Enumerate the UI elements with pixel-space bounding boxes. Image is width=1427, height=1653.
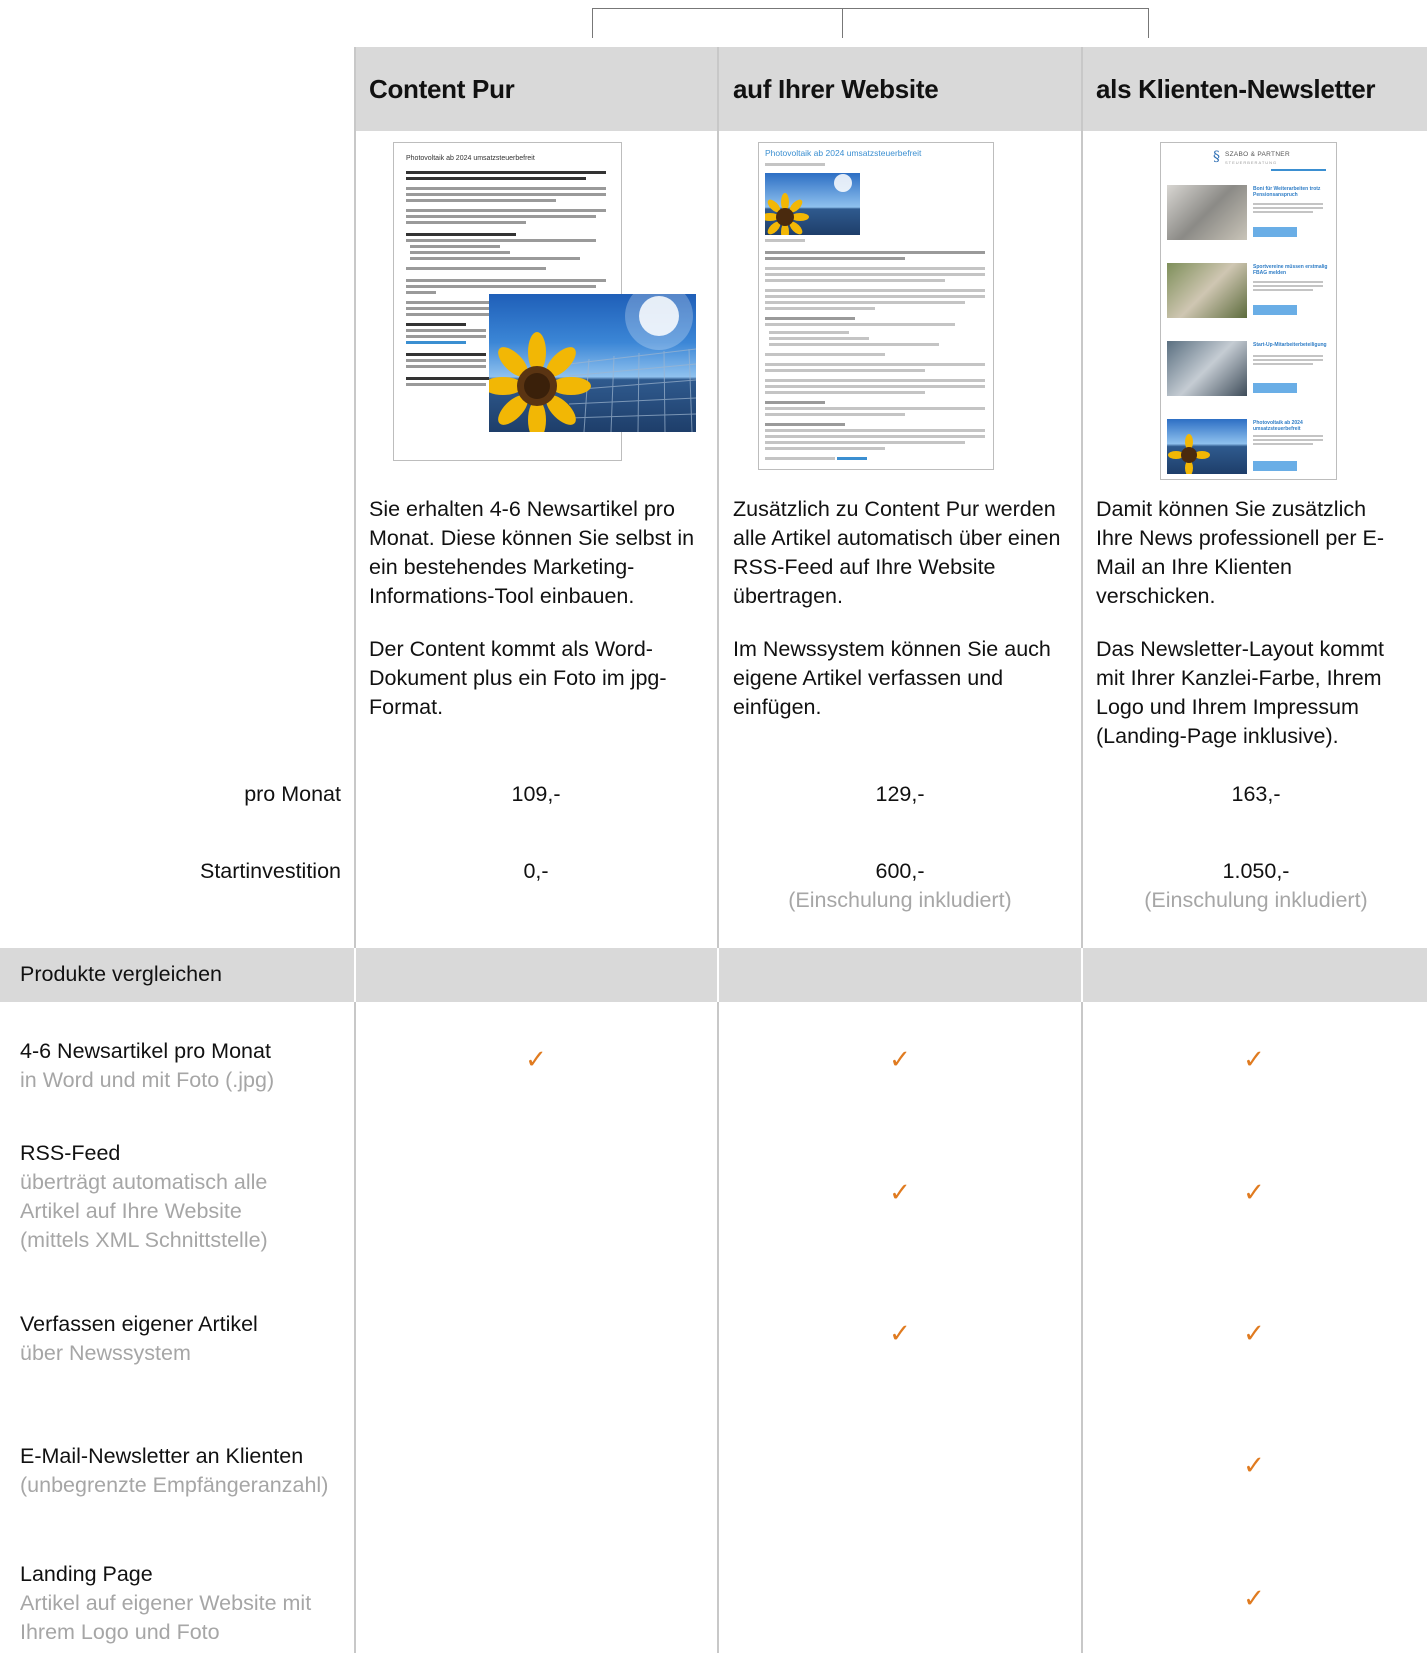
newsletter-preview: § SZABO & PARTNER STEUERBERATUNG Boni fü… (1160, 142, 1337, 480)
check-icon: ✓ (1243, 1318, 1265, 1348)
description-paragraph: Das Newsletter-Layout kommt mit Ihrer Ka… (1096, 637, 1384, 748)
website-article-preview: Photovoltaik ab 2024 umsatzsteuerbefreit (758, 142, 994, 470)
newsletter-button-1 (1253, 227, 1297, 237)
newsletter-button-4 (1253, 461, 1297, 471)
feature-subtitle: überträgt automatisch alle Artikel auf I… (20, 1170, 268, 1252)
price-start-website: 600,- (875, 859, 925, 883)
newsletter-brand-sub: STEUERBERATUNG (1225, 160, 1278, 165)
newsletter-photo-1 (1167, 185, 1247, 240)
bracket-left-tick (592, 8, 593, 38)
description-paragraph: Sie erhalten 4-6 Newsartikel pro Monat. … (369, 497, 695, 608)
price-start-note-website: (Einschulung inkludiert) (788, 888, 1012, 912)
price-start-content-pur: 0,- (523, 859, 549, 883)
newsletter-logo-icon: § (1213, 149, 1220, 165)
check-icon: ✓ (1243, 1583, 1265, 1613)
sunflower-illustration (489, 294, 696, 432)
column-divider (354, 47, 356, 1653)
bracket-right-tick (1148, 8, 1149, 38)
column-divider (717, 948, 719, 1002)
check-icon: ✓ (1243, 1044, 1265, 1074)
feature-title: Verfassen eigener Artikel (20, 1312, 258, 1336)
newsletter-photo-4 (1167, 419, 1247, 476)
description-newsletter: Damit können Sie zusätzlich Ihre News pr… (1096, 495, 1406, 775)
column-divider (717, 47, 719, 1653)
price-start-newsletter: 1.050,- (1222, 859, 1290, 883)
check-icon: ✓ (1243, 1450, 1265, 1480)
check-icon: ✓ (889, 1177, 911, 1207)
column-title-newsletter: als Klienten-Newsletter (1096, 74, 1376, 104)
description-content-pur: Sie erhalten 4-6 Newsartikel pro Monat. … (369, 495, 709, 746)
check-icon: ✓ (1243, 1177, 1265, 1207)
description-website: Zusätzlich zu Content Pur werden alle Ar… (733, 495, 1073, 746)
column-title-website: auf Ihrer Website (733, 74, 939, 104)
doc-preview-title: Photovoltaik ab 2024 umsatzsteuerbefreit (406, 155, 535, 162)
newsletter-item-3-title: Start-Up-Mitarbeiterbeteiligung (1253, 342, 1327, 348)
description-paragraph: Zusätzlich zu Content Pur werden alle Ar… (733, 497, 1061, 608)
description-paragraph: Im Newssystem können Sie auch eigene Art… (733, 637, 1051, 719)
compare-header-label: Produkte vergleichen (20, 962, 222, 986)
feature-title: E-Mail-Newsletter an Klienten (20, 1444, 304, 1468)
feature-subtitle: Artikel auf eigener Website mit Ihrem Lo… (20, 1591, 312, 1644)
check-icon: ✓ (889, 1318, 911, 1348)
feature-subtitle: über Newssystem (20, 1341, 191, 1365)
sunflower-photo (489, 294, 696, 432)
newsletter-item-1-title: Boni für Weiterarbeiten trotz Pensionsan… (1253, 186, 1321, 198)
price-month-newsletter: 163,- (1231, 782, 1281, 806)
column-divider (1081, 47, 1083, 1653)
description-paragraph: Damit können Sie zusätzlich Ihre News pr… (1096, 497, 1384, 608)
newsletter-brand: SZABO & PARTNER (1225, 151, 1290, 158)
check-icon: ✓ (525, 1044, 547, 1074)
column-title-content-pur: Content Pur (369, 74, 515, 104)
row-label-start: Startinvestition (199, 859, 341, 883)
feature-subtitle: in Word und mit Foto (.jpg) (20, 1068, 275, 1092)
feature-title: Landing Page (20, 1562, 153, 1586)
newsletter-button-2 (1253, 305, 1297, 315)
bracket-mid-tick (842, 8, 843, 38)
web-sunflower-photo (765, 173, 860, 235)
price-month-website: 129,- (875, 782, 925, 806)
newsletter-item-4-title: Photovoltaik ab 2024 umsatzsteuerbefreit (1253, 420, 1303, 432)
newsletter-photo-3 (1167, 341, 1247, 396)
column-divider (354, 948, 356, 1002)
price-month-content-pur: 109,- (511, 782, 561, 806)
newsletter-item-2-title: Sportvereine müssen erstmalig FBAG melde… (1253, 264, 1328, 276)
feature-subtitle: (unbegrenzte Empfängeranzahl) (20, 1473, 329, 1497)
feature-title: 4-6 Newsartikel pro Monat (20, 1039, 271, 1063)
bracket-top-line (592, 8, 1149, 9)
newsletter-button-3 (1253, 383, 1297, 393)
newsletter-photo-2 (1167, 263, 1247, 318)
column-divider (1081, 948, 1083, 1002)
price-start-note-newsletter: (Einschulung inkludiert) (1144, 888, 1368, 912)
row-label-per-month: pro Monat (244, 782, 341, 806)
description-paragraph: Der Content kommt als Word-Dokument plus… (369, 637, 667, 719)
web-preview-title: Photovoltaik ab 2024 umsatzsteuerbefreit (765, 148, 922, 158)
check-icon: ✓ (889, 1044, 911, 1074)
feature-title: RSS-Feed (20, 1141, 121, 1165)
